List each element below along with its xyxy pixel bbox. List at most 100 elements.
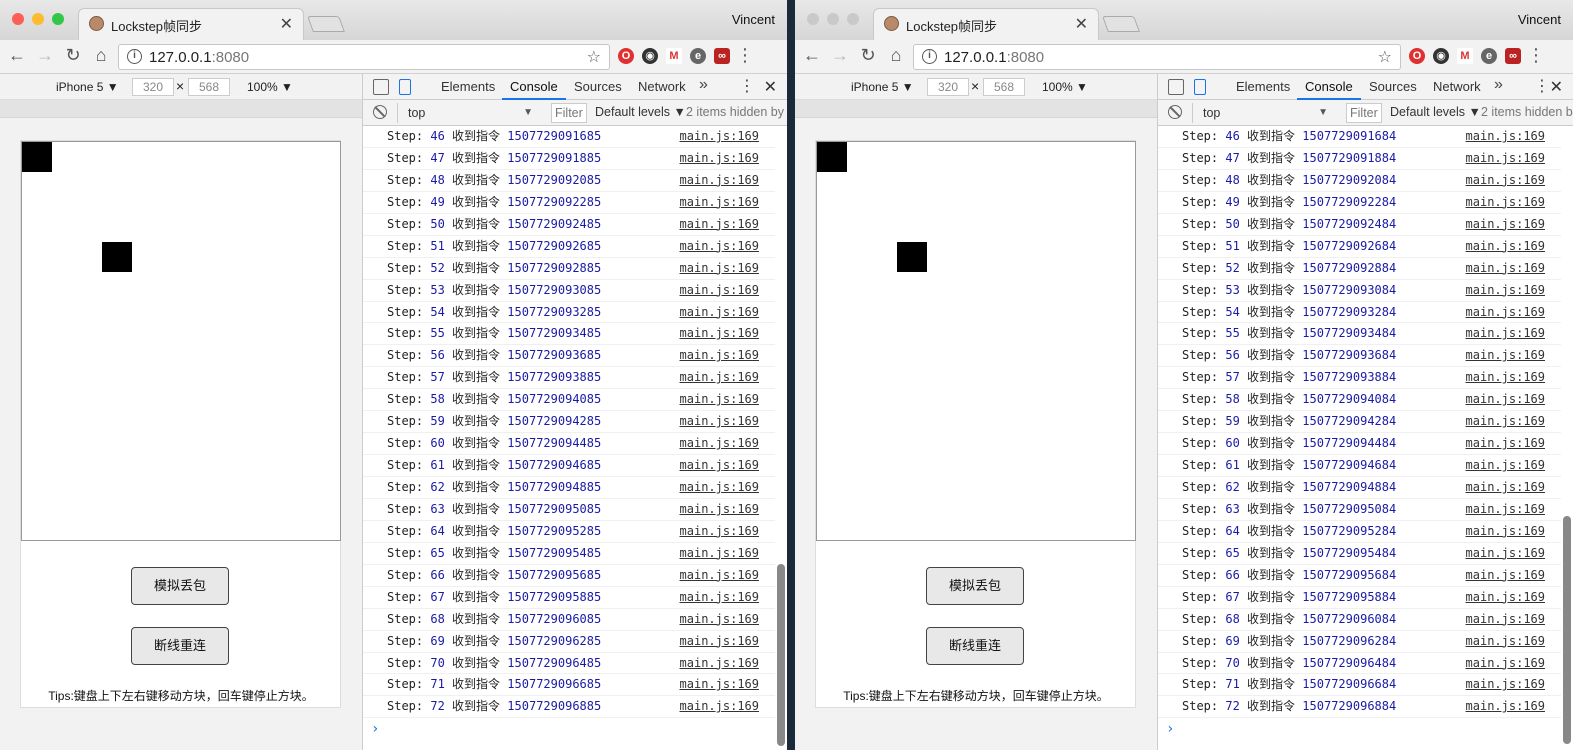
tab-network[interactable]: Network: [1433, 79, 1481, 94]
browser-tab[interactable]: Lockstep帧同步 ✕: [78, 8, 304, 40]
log-source-link[interactable]: main.js:169: [1466, 609, 1545, 630]
log-source-link[interactable]: main.js:169: [680, 587, 759, 608]
console-scrollbar[interactable]: [1563, 126, 1571, 748]
star-icon[interactable]: ☆: [1378, 47, 1392, 67]
log-source-link[interactable]: main.js:169: [680, 433, 759, 454]
prompt-chevron-icon[interactable]: ›: [363, 718, 775, 740]
log-source-link[interactable]: main.js:169: [1466, 148, 1545, 169]
scrollbar-thumb[interactable]: [1563, 516, 1571, 744]
log-source-link[interactable]: main.js:169: [1466, 499, 1545, 520]
device-height-input[interactable]: 568: [188, 78, 230, 96]
color-wheel-extension-icon[interactable]: ◉: [642, 48, 658, 64]
address-bar[interactable]: i 127.0.0.1:8080 ☆: [913, 44, 1401, 70]
devtools-menu-icon[interactable]: ⋮: [739, 76, 755, 96]
log-source-link[interactable]: main.js:169: [1466, 214, 1545, 235]
color-wheel-extension-icon[interactable]: ◉: [1433, 48, 1449, 64]
game-canvas[interactable]: [21, 141, 341, 541]
game-canvas[interactable]: [816, 141, 1136, 541]
log-source-link[interactable]: main.js:169: [1466, 587, 1545, 608]
log-source-link[interactable]: main.js:169: [1466, 696, 1545, 717]
log-source-link[interactable]: main.js:169: [680, 499, 759, 520]
log-source-link[interactable]: main.js:169: [1466, 653, 1545, 674]
opera-extension-icon[interactable]: O: [618, 48, 634, 64]
log-source-link[interactable]: main.js:169: [1466, 674, 1545, 695]
devtools-menu-icon[interactable]: ⋮: [1534, 76, 1550, 96]
close-window-button[interactable]: [807, 13, 819, 25]
log-source-link[interactable]: main.js:169: [680, 280, 759, 301]
info-icon[interactable]: i: [127, 49, 142, 64]
close-icon[interactable]: ✕: [280, 14, 293, 34]
device-toggle-icon[interactable]: [399, 79, 411, 95]
address-bar[interactable]: i 127.0.0.1:8080 ☆: [118, 44, 610, 70]
more-tabs-icon[interactable]: »: [1494, 76, 1503, 94]
menu-icon[interactable]: ⋮: [1525, 45, 1547, 66]
log-source-link[interactable]: main.js:169: [680, 521, 759, 542]
log-source-link[interactable]: main.js:169: [680, 345, 759, 366]
evernote-extension-icon[interactable]: e: [1481, 48, 1497, 64]
console-filter-input[interactable]: Filter: [551, 103, 587, 123]
log-source-link[interactable]: main.js:169: [680, 258, 759, 279]
log-source-link[interactable]: main.js:169: [1466, 236, 1545, 257]
log-source-link[interactable]: main.js:169: [680, 477, 759, 498]
gmail-extension-icon[interactable]: M: [666, 48, 682, 64]
log-source-link[interactable]: main.js:169: [680, 302, 759, 323]
zoom-select[interactable]: 100% ▼: [247, 80, 293, 94]
log-source-link[interactable]: main.js:169: [1466, 280, 1545, 301]
device-select[interactable]: iPhone 5 ▼: [56, 80, 119, 94]
log-source-link[interactable]: main.js:169: [1466, 411, 1545, 432]
log-source-link[interactable]: main.js:169: [1466, 345, 1545, 366]
tab-console[interactable]: Console: [502, 79, 566, 100]
prompt-chevron-icon[interactable]: ›: [1158, 718, 1561, 740]
log-source-link[interactable]: main.js:169: [680, 389, 759, 410]
glasses-extension-icon[interactable]: ∞: [1505, 48, 1521, 64]
device-height-input[interactable]: 568: [983, 78, 1025, 96]
close-devtools-icon[interactable]: ✕: [1550, 77, 1563, 97]
log-source-link[interactable]: main.js:169: [680, 565, 759, 586]
device-select[interactable]: iPhone 5 ▼: [851, 80, 914, 94]
console-filter-input[interactable]: Filter: [1346, 103, 1382, 123]
tab-elements[interactable]: Elements: [1236, 79, 1290, 94]
log-levels-select[interactable]: Default levels ▼: [1390, 105, 1481, 119]
profile-name[interactable]: Vincent: [1518, 12, 1561, 27]
log-source-link[interactable]: main.js:169: [680, 411, 759, 432]
clear-console-icon[interactable]: [1168, 105, 1182, 119]
scrollbar-thumb[interactable]: [777, 564, 785, 746]
log-source-link[interactable]: main.js:169: [680, 236, 759, 257]
home-icon[interactable]: ⌂: [885, 45, 907, 66]
inspect-element-icon[interactable]: [1168, 79, 1184, 95]
log-source-link[interactable]: main.js:169: [680, 170, 759, 191]
evernote-extension-icon[interactable]: e: [690, 48, 706, 64]
zoom-window-button[interactable]: [847, 13, 859, 25]
reload-icon[interactable]: ↻: [857, 45, 879, 66]
simulate-packet-loss-button[interactable]: 模拟丢包: [131, 567, 229, 605]
forward-arrow-icon[interactable]: →: [34, 45, 56, 66]
log-source-link[interactable]: main.js:169: [680, 696, 759, 717]
star-icon[interactable]: ☆: [587, 47, 601, 67]
log-source-link[interactable]: main.js:169: [1466, 323, 1545, 344]
back-arrow-icon[interactable]: ←: [6, 45, 28, 66]
log-source-link[interactable]: main.js:169: [1466, 258, 1545, 279]
tab-elements[interactable]: Elements: [441, 79, 495, 94]
tab-console[interactable]: Console: [1297, 79, 1361, 100]
gmail-extension-icon[interactable]: M: [1457, 48, 1473, 64]
back-arrow-icon[interactable]: ←: [801, 45, 823, 66]
new-tab-button[interactable]: [1102, 16, 1140, 32]
log-source-link[interactable]: main.js:169: [1466, 631, 1545, 652]
log-source-link[interactable]: main.js:169: [1466, 433, 1545, 454]
log-source-link[interactable]: main.js:169: [1466, 543, 1545, 564]
log-source-link[interactable]: main.js:169: [680, 192, 759, 213]
glasses-extension-icon[interactable]: ∞: [714, 48, 730, 64]
log-source-link[interactable]: main.js:169: [1466, 455, 1545, 476]
log-source-link[interactable]: main.js:169: [680, 609, 759, 630]
info-icon[interactable]: i: [922, 49, 937, 64]
clear-console-icon[interactable]: [373, 105, 387, 119]
log-source-link[interactable]: main.js:169: [1466, 477, 1545, 498]
tab-network[interactable]: Network: [638, 79, 686, 94]
more-tabs-icon[interactable]: »: [699, 76, 708, 94]
log-source-link[interactable]: main.js:169: [1466, 521, 1545, 542]
log-source-link[interactable]: main.js:169: [1466, 389, 1545, 410]
minimize-window-button[interactable]: [827, 13, 839, 25]
log-source-link[interactable]: main.js:169: [680, 148, 759, 169]
zoom-select[interactable]: 100% ▼: [1042, 80, 1088, 94]
tab-sources[interactable]: Sources: [574, 79, 622, 94]
